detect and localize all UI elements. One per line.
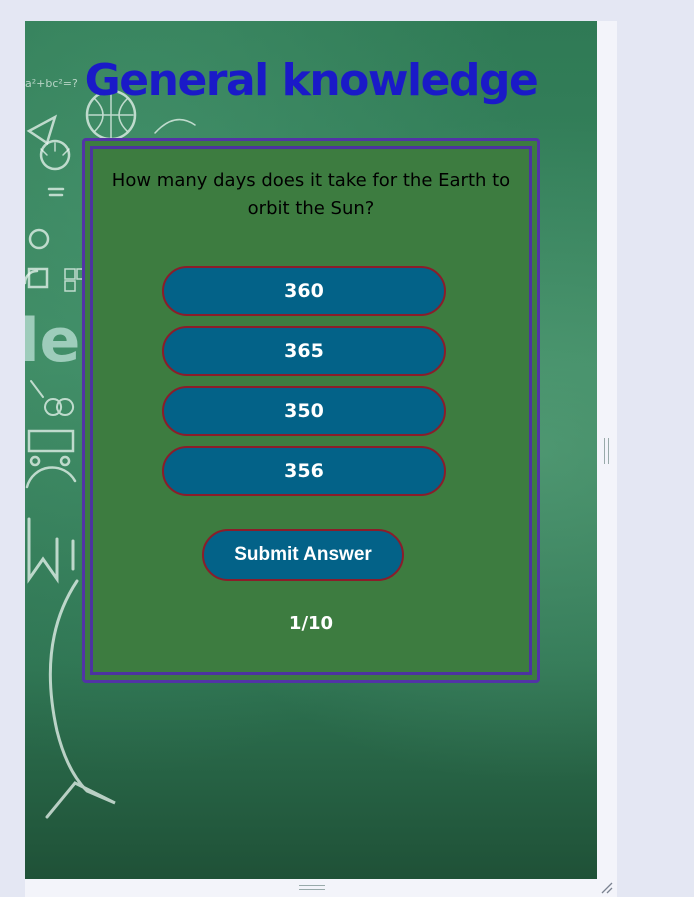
answer-button-1[interactable]: 360 — [162, 266, 446, 316]
answer-button-2[interactable]: 365 — [162, 326, 446, 376]
question-progress: 1/10 — [288, 613, 334, 634]
answer-button-3[interactable]: 350 — [162, 386, 446, 436]
page-title: General knowledge — [84, 55, 539, 106]
quiz-card: How many days does it take for the Earth… — [82, 138, 540, 683]
quiz-page: a²+bc²=? ledge Ge — [25, 21, 597, 879]
answer-button-4[interactable]: 356 — [162, 446, 446, 496]
horizontal-resize-handle[interactable] — [299, 885, 325, 890]
question-text: How many days does it take for the Earth… — [111, 170, 511, 219]
resize-grip-icon[interactable] — [598, 879, 614, 895]
vertical-resize-handle[interactable] — [604, 438, 609, 464]
answer-list: 360 365 350 356 — [162, 266, 446, 506]
submit-answer-button[interactable]: Submit Answer — [202, 529, 404, 581]
